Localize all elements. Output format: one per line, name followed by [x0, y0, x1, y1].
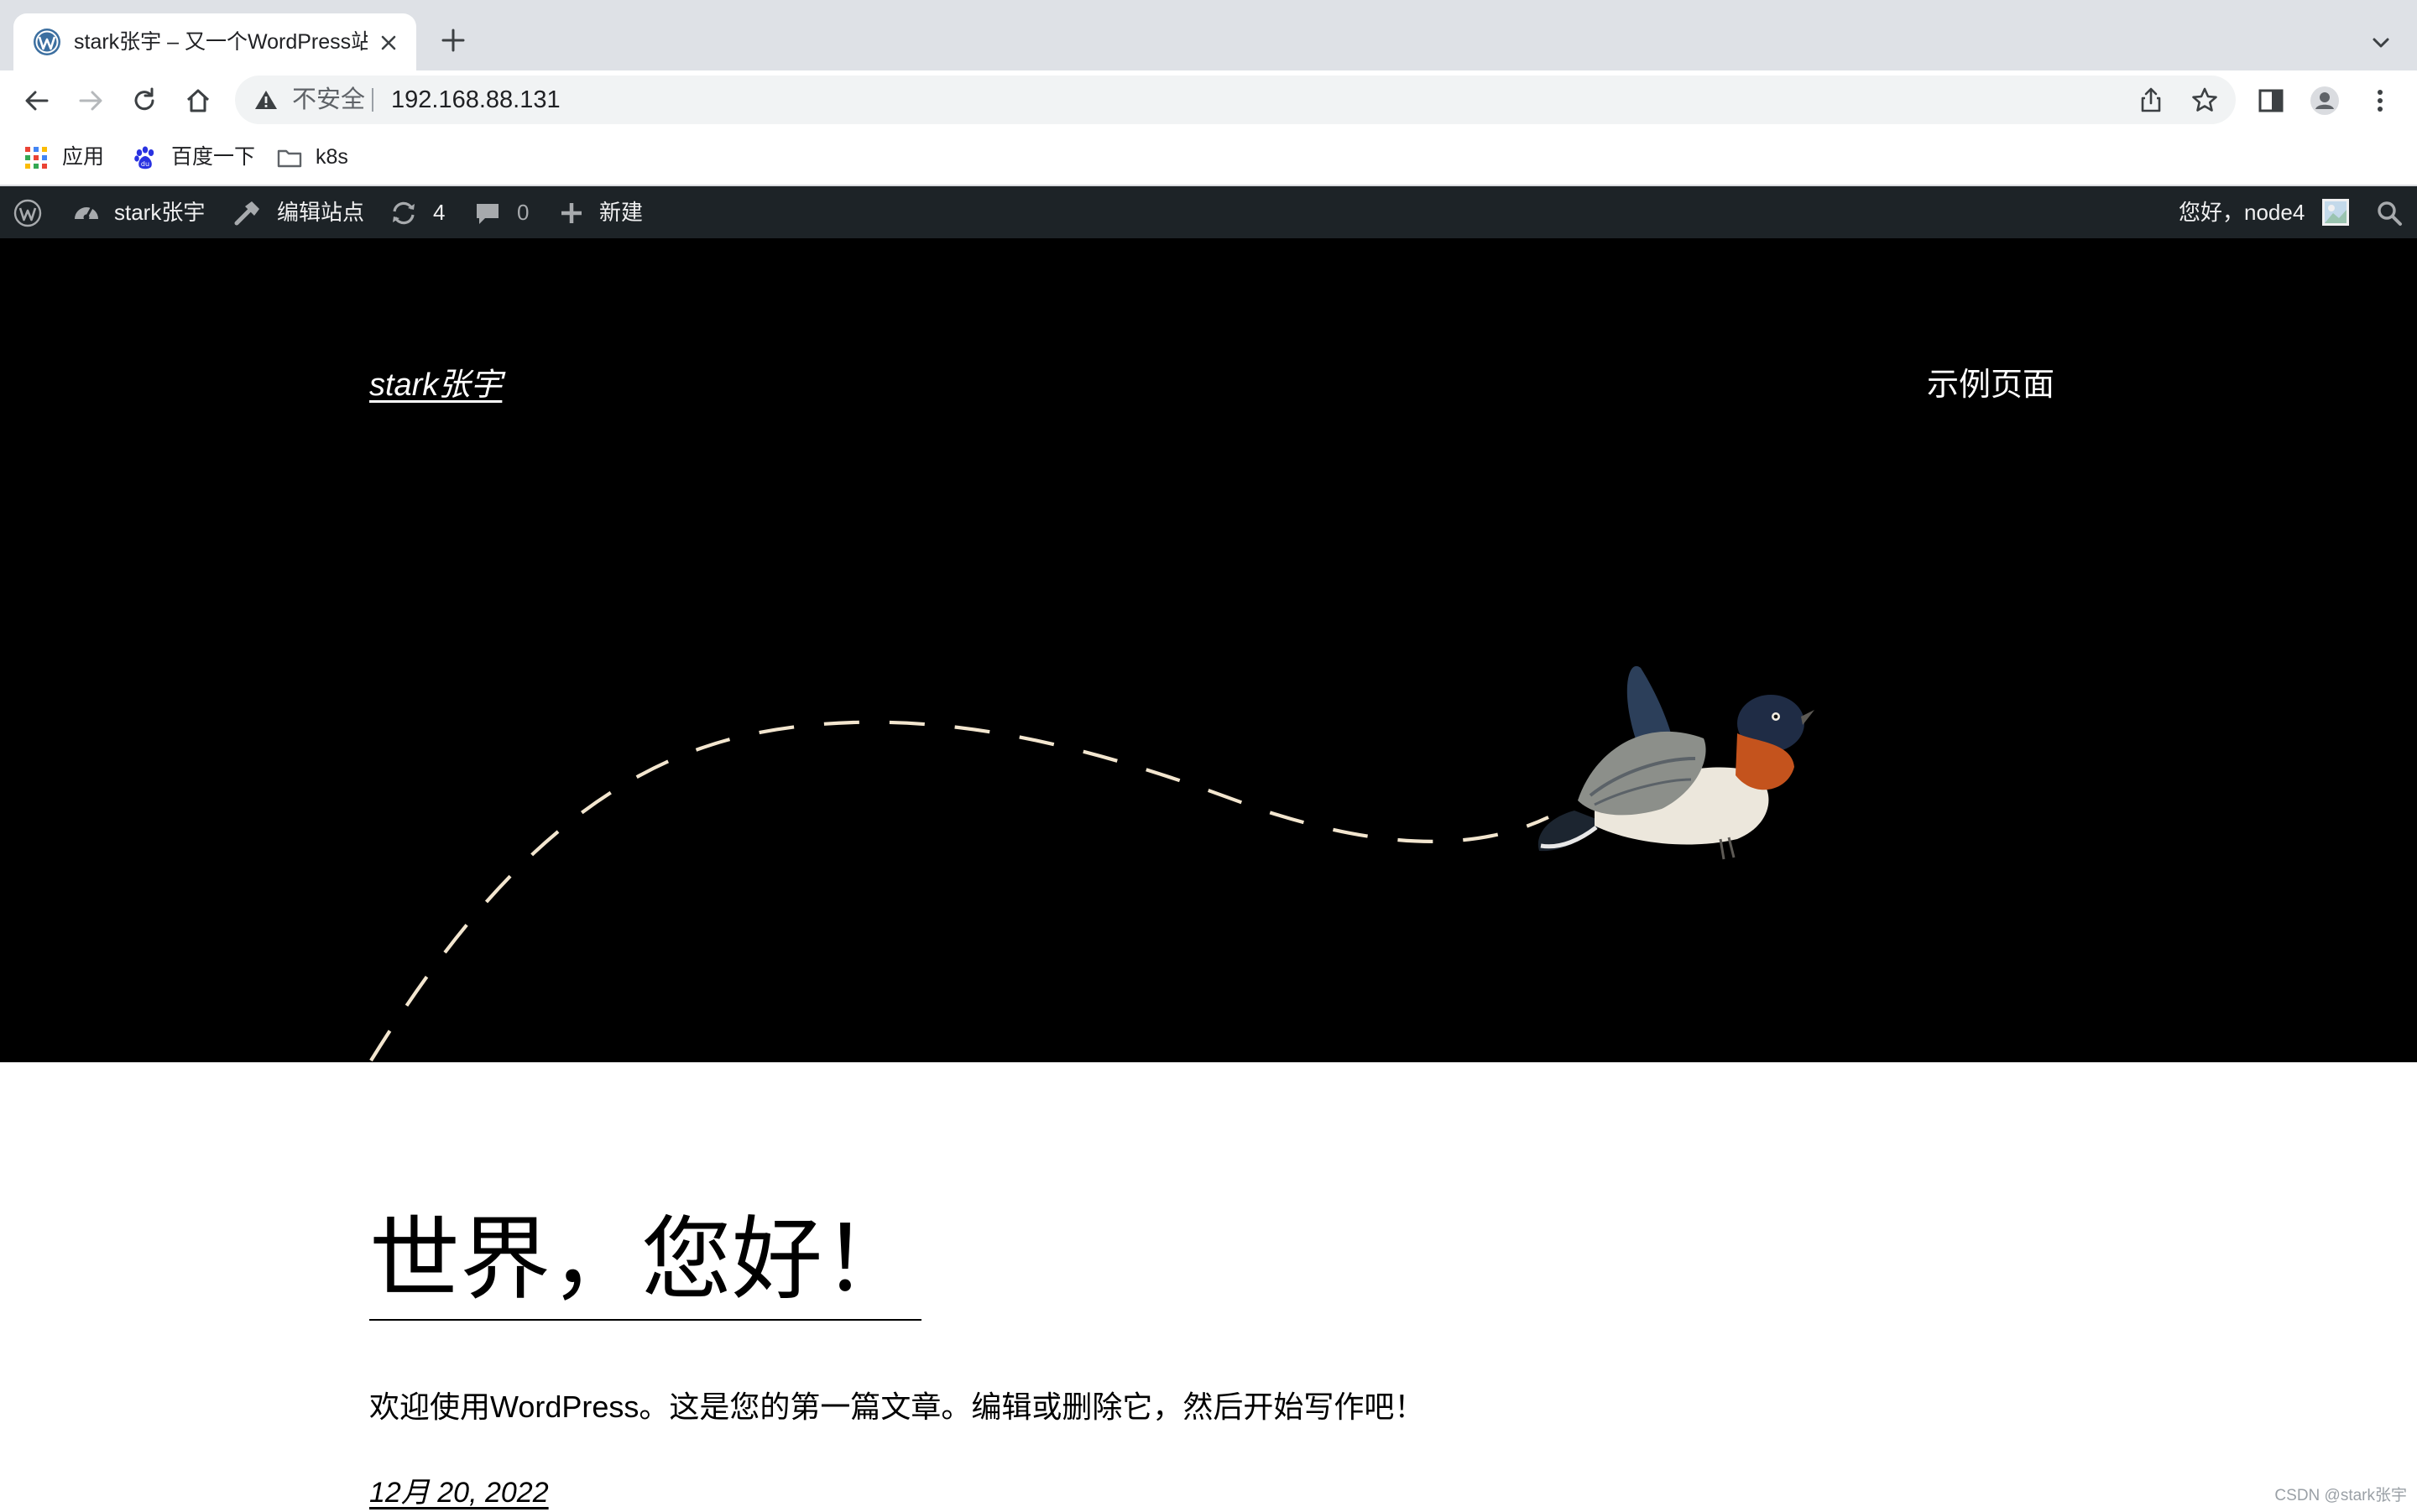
admin-greeting: 您好，node4	[2179, 200, 2305, 225]
nav-link-sample-page[interactable]: 示例页面	[1927, 364, 2054, 406]
browser-tab[interactable]: stark张宇 – 又一个WordPress站	[13, 13, 416, 70]
search-icon[interactable]	[2375, 199, 2404, 227]
new-tab-plus-icon[interactable]	[436, 23, 470, 57]
admin-updates[interactable]: 4	[389, 186, 450, 238]
chevron-down-icon[interactable]	[2367, 29, 2395, 57]
watermark: CSDN @stark张宇	[2274, 1487, 2407, 1504]
back-arrow-icon[interactable]	[20, 84, 54, 117]
bird-illustration	[1537, 665, 1814, 860]
tab-title: stark张宇 – 又一个WordPress站	[74, 30, 368, 54]
address-bar[interactable]: 不安全 192.168.88.131	[235, 76, 2236, 124]
home-icon[interactable]	[181, 84, 215, 117]
baidu-paw-icon: du	[134, 146, 154, 169]
forward-arrow-icon[interactable]	[74, 84, 107, 117]
bookmark-k8s-folder[interactable]: k8s	[277, 138, 369, 176]
post-excerpt: 欢迎使用WordPress。这是您的第一篇文章。编辑或删除它，然后开始写作吧！	[369, 1389, 1425, 1424]
wordpress-icon	[34, 29, 60, 55]
warning-triangle-icon[interactable]	[253, 87, 279, 112]
admin-site-name[interactable]: stark张宇	[72, 186, 215, 238]
wordpress-icon	[13, 199, 42, 227]
wp-logo-menu[interactable]	[13, 186, 47, 238]
more-menu-icon[interactable]	[2363, 84, 2397, 117]
admin-comments-count: 0	[517, 200, 530, 225]
admin-updates-count: 4	[433, 200, 446, 225]
site-title-link[interactable]: stark张宇	[369, 364, 502, 406]
dashboard-gauge-icon	[75, 206, 98, 221]
site-header-hero: stark张宇 示例页面	[0, 238, 2417, 1062]
plus-icon	[561, 203, 582, 223]
post-title-link[interactable]: 世界，您好！	[369, 1202, 922, 1321]
admin-account-menu[interactable]: 您好，node4	[2179, 186, 2358, 238]
apps-grid-icon	[25, 147, 47, 169]
bookmark-star-icon[interactable]	[2190, 86, 2219, 114]
close-icon[interactable]	[378, 32, 399, 54]
admin-new-label: 新建	[599, 200, 644, 225]
tab-strip: stark张宇 – 又一个WordPress站	[0, 0, 2417, 70]
dashed-flight-path	[369, 720, 1549, 1062]
bookmark-apps[interactable]: 应用	[23, 138, 116, 176]
admin-new-content[interactable]: 新建	[557, 186, 650, 238]
admin-edit-site-label: 编辑站点	[277, 200, 365, 225]
admin-edit-site[interactable]: 编辑站点	[233, 186, 368, 238]
admin-site-name-label: stark张宇	[114, 200, 206, 225]
folder-icon	[277, 149, 302, 168]
hero-illustration	[369, 665, 1814, 1062]
side-panel-icon[interactable]	[2254, 84, 2288, 117]
bookmark-baidu[interactable]: du 百度一下	[133, 138, 258, 176]
profile-avatar-icon[interactable]	[2308, 84, 2341, 117]
wp-admin-bar: stark张宇 编辑站点 4 0 新建 您好，node4	[0, 186, 2417, 238]
post-date-link[interactable]: 12月 20, 2022	[369, 1473, 549, 1512]
bookmarks-bar: 应用 du 百度一下 k8s	[0, 129, 2417, 186]
share-icon[interactable]	[2137, 86, 2165, 114]
url-text[interactable]: 192.168.88.131	[391, 76, 561, 124]
omnibox-divider	[372, 88, 373, 112]
reload-icon[interactable]	[128, 84, 161, 117]
browser-toolbar: 不安全 192.168.88.131	[0, 70, 2417, 129]
svg-text:du: du	[141, 160, 149, 168]
bookmark-label: 应用	[62, 145, 105, 169]
not-secure-label[interactable]: 不安全	[292, 76, 365, 124]
updates-refresh-icon	[393, 201, 415, 225]
bookmark-label: k8s	[316, 145, 348, 169]
comment-bubble-icon	[477, 204, 499, 224]
admin-comments[interactable]: 0	[473, 186, 534, 238]
bookmark-label: 百度一下	[171, 145, 256, 169]
user-avatar-icon	[2322, 199, 2349, 226]
hammer-icon	[234, 201, 259, 226]
